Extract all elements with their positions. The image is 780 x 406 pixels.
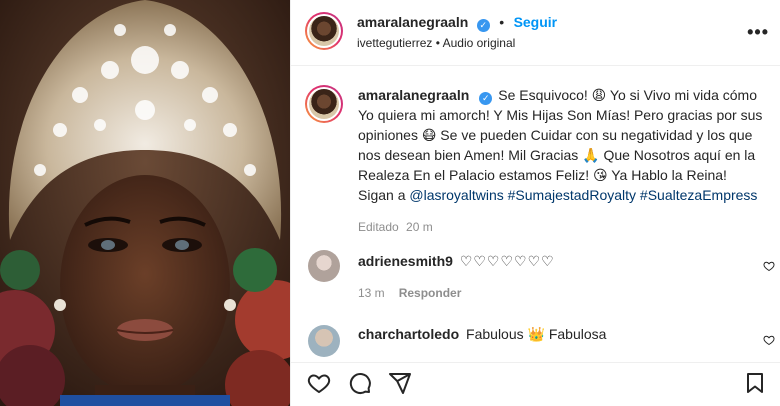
edited-label: Editado	[358, 220, 399, 234]
reply-button[interactable]: Responder	[399, 286, 462, 300]
separator-dot: •	[499, 14, 505, 30]
commenter-avatar[interactable]	[308, 325, 340, 357]
verified-badge-icon: ✓	[479, 92, 493, 105]
comment-item: adrienesmith9 ♡♡♡♡♡♡♡	[358, 251, 748, 271]
audio-separator: •	[432, 36, 443, 50]
caption-time[interactable]: 20 m	[406, 220, 433, 234]
audio-user-link[interactable]: ivettegutierrez	[357, 36, 432, 50]
caption-username[interactable]: amaralanegraaln	[358, 87, 469, 103]
author-username[interactable]: amaralanegraaln	[357, 14, 468, 30]
comment-like-heart-icon[interactable]	[763, 260, 775, 272]
bookmark-icon[interactable]	[743, 371, 767, 395]
author-line: amaralanegraaln ✓ • Seguir	[357, 14, 557, 32]
heart-icon[interactable]	[307, 371, 331, 395]
action-bar	[291, 362, 780, 406]
comment-icon[interactable]	[348, 371, 372, 395]
more-options-icon[interactable]: •••	[747, 22, 769, 43]
post-header: amaralanegraaln ✓ • Seguir ivettegutierr…	[291, 0, 780, 66]
caption-avatar[interactable]	[305, 85, 343, 123]
hashtag-link[interactable]: #SumajestadRoyalty	[508, 187, 636, 203]
verified-badge-icon: ✓	[476, 19, 490, 32]
comment-item: charchartoledo Fabulous 👑 Fabulosa	[358, 324, 748, 344]
comment-like-heart-icon[interactable]	[763, 334, 775, 346]
follow-button[interactable]: Seguir	[514, 14, 558, 30]
author-avatar[interactable]	[305, 12, 343, 50]
comment-time[interactable]: 13 m	[358, 286, 385, 300]
post-caption: amaralanegraaln ✓ Se Esquivoco! 😩 Yo si Vi…	[358, 85, 763, 237]
comment-text: ♡♡♡♡♡♡♡	[459, 253, 555, 269]
comment-text: Fabulous 👑 Fabulosa	[466, 326, 607, 342]
post-panel: amaralanegraaln ✓ • Seguir ivettegutierr…	[290, 0, 780, 406]
hashtag-link[interactable]: #SualtezaEmpress	[640, 187, 758, 203]
mention-link[interactable]: @lasroyaltwins	[409, 187, 503, 203]
comment-meta: 13 m Responder	[358, 286, 461, 300]
caption-meta: Editado 20 m	[358, 217, 763, 237]
share-icon[interactable]	[388, 371, 412, 395]
post-media[interactable]	[0, 0, 290, 406]
comment-username[interactable]: adrienesmith9	[358, 253, 453, 269]
audio-label[interactable]: Audio original	[443, 36, 516, 50]
comment-username[interactable]: charchartoledo	[358, 326, 459, 342]
caption-text: Se Esquivoco! 😩 Yo si Vivo mi vida cómo …	[358, 87, 763, 203]
commenter-avatar[interactable]	[308, 250, 340, 282]
comments-list[interactable]: amaralanegraaln ✓ Se Esquivoco! 😩 Yo si Vi…	[291, 67, 780, 362]
audio-line: ivettegutierrez • Audio original	[357, 36, 515, 50]
post-photo	[0, 0, 290, 406]
